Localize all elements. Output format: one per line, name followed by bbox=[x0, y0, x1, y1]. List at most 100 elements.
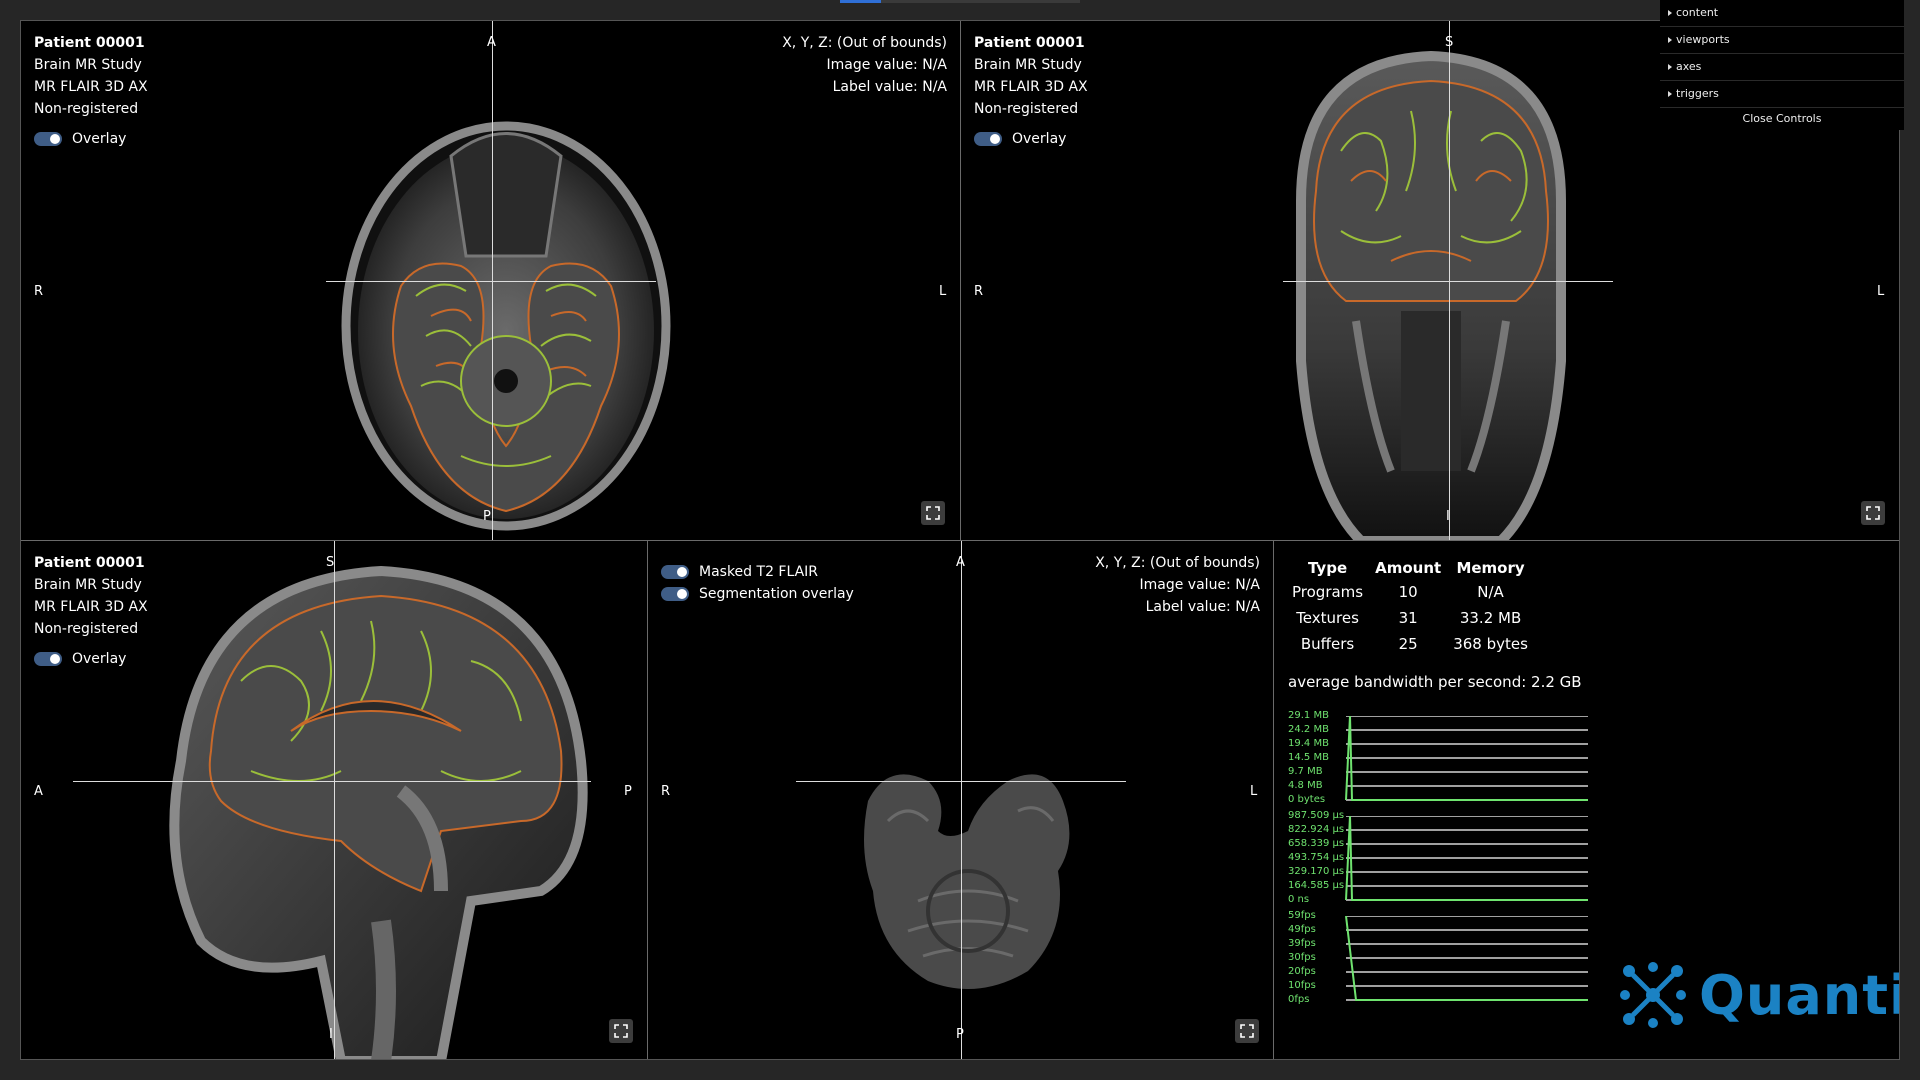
orientation-bottom: I bbox=[329, 1027, 333, 1042]
orientation-left: R bbox=[34, 284, 44, 299]
close-controls-button[interactable]: Close Controls bbox=[1660, 108, 1904, 130]
stats-cell: 33.2 MB bbox=[1459, 609, 1522, 627]
stats-cell: 31 bbox=[1398, 609, 1418, 627]
table-row: Textures 31 33.2 MB bbox=[1284, 609, 1536, 635]
orientation-left: A bbox=[34, 784, 43, 799]
stats-header: Amount bbox=[1375, 559, 1442, 577]
viewport-masked[interactable]: Masked T2 FLAIR Segmentation overlay X, … bbox=[648, 541, 1274, 1059]
coronal-info: Patient 00001 Brain MR Study MR FLAIR 3D… bbox=[974, 32, 1088, 150]
crosshair-vertical[interactable] bbox=[961, 541, 962, 1059]
fullscreen-icon bbox=[926, 506, 940, 520]
axial-readout: X, Y, Z: (Out of bounds) Image value: N/… bbox=[782, 32, 947, 98]
expand-viewport-button[interactable] bbox=[1861, 501, 1885, 525]
overlay-label: Overlay bbox=[72, 651, 127, 667]
orientation-top: A bbox=[487, 35, 496, 50]
viewport-sagittal[interactable]: Patient 00001 Brain MR Study MR FLAIR 3D… bbox=[21, 541, 648, 1059]
stats-table: Type Amount Memory Programs 10 N/A Textu… bbox=[1284, 559, 1536, 661]
masked-flair-toggle-row[interactable]: Masked T2 FLAIR bbox=[661, 561, 854, 583]
crosshair-vertical[interactable] bbox=[492, 21, 493, 540]
stats-header: Type bbox=[1307, 559, 1348, 577]
study-name: Brain MR Study bbox=[974, 57, 1082, 73]
label-value-readout: Label value: N/A bbox=[832, 79, 947, 95]
sagittal-info: Patient 00001 Brain MR Study MR FLAIR 3D… bbox=[34, 552, 148, 670]
overlay-toggle[interactable] bbox=[34, 652, 62, 666]
fullscreen-icon bbox=[614, 1024, 628, 1038]
segmentation-overlay-label: Segmentation overlay bbox=[699, 586, 854, 602]
graph-plot bbox=[1345, 716, 1588, 801]
overlay-toggle-row[interactable]: Overlay bbox=[34, 128, 148, 150]
overlay-toggle[interactable] bbox=[974, 132, 1002, 146]
webgl-stats-panel: Type Amount Memory Programs 10 N/A Textu… bbox=[1274, 541, 1899, 1059]
viewer-layout: Patient 00001 Brain MR Study MR FLAIR 3D… bbox=[20, 20, 1900, 1060]
registration-status: Non-registered bbox=[34, 621, 139, 637]
overlay-label: Overlay bbox=[72, 131, 127, 147]
controls-item-content[interactable]: content bbox=[1660, 0, 1904, 27]
crosshair-vertical[interactable] bbox=[334, 541, 335, 1059]
expand-viewport-button[interactable] bbox=[1235, 1019, 1259, 1043]
orientation-top: A bbox=[956, 555, 965, 570]
image-value-readout: Image value: N/A bbox=[1139, 577, 1260, 593]
registration-status: Non-registered bbox=[974, 101, 1079, 117]
segmentation-overlay-toggle-row[interactable]: Segmentation overlay bbox=[661, 583, 854, 605]
fullscreen-icon bbox=[1866, 506, 1880, 520]
crosshair-horizontal[interactable] bbox=[1283, 281, 1613, 282]
orientation-bottom: P bbox=[956, 1027, 964, 1042]
stats-header: Memory bbox=[1456, 559, 1525, 577]
controls-item-triggers[interactable]: triggers bbox=[1660, 81, 1904, 108]
controls-item-axes[interactable]: axes bbox=[1660, 54, 1904, 81]
stats-cell: Programs bbox=[1292, 583, 1364, 601]
graph-plot bbox=[1345, 916, 1588, 1001]
segmentation-overlay-toggle[interactable] bbox=[661, 587, 689, 601]
expand-viewport-button[interactable] bbox=[921, 501, 945, 525]
viewport-axial[interactable]: Patient 00001 Brain MR Study MR FLAIR 3D… bbox=[21, 21, 961, 541]
orientation-left: R bbox=[974, 284, 984, 299]
series-name: MR FLAIR 3D AX bbox=[974, 79, 1088, 95]
stats-header-row: Type Amount Memory bbox=[1284, 559, 1536, 583]
masked-toggles: Masked T2 FLAIR Segmentation overlay bbox=[661, 561, 854, 605]
crosshair-horizontal[interactable] bbox=[73, 781, 591, 782]
graph-plot bbox=[1345, 816, 1588, 901]
quantib-logo-icon bbox=[1620, 962, 1686, 1028]
overlay-toggle-row[interactable]: Overlay bbox=[34, 648, 148, 670]
patient-name: Patient 00001 bbox=[34, 555, 145, 571]
loading-progress-bar bbox=[840, 0, 1080, 3]
quantib-logo: Quantib bbox=[1619, 961, 1899, 1029]
stats-cell: 368 bytes bbox=[1453, 635, 1528, 653]
image-value-readout: Image value: N/A bbox=[826, 57, 947, 73]
patient-name: Patient 00001 bbox=[34, 35, 145, 51]
orientation-bottom: I bbox=[1446, 509, 1450, 524]
overlay-label: Overlay bbox=[1012, 131, 1067, 147]
controls-panel[interactable]: content viewports axes triggers Close Co… bbox=[1660, 0, 1904, 130]
registration-status: Non-registered bbox=[34, 101, 139, 117]
series-name: MR FLAIR 3D AX bbox=[34, 599, 148, 615]
stats-cell: 25 bbox=[1398, 635, 1418, 653]
overlay-toggle[interactable] bbox=[34, 132, 62, 146]
orientation-right: L bbox=[939, 284, 947, 299]
orientation-bottom: P bbox=[483, 509, 491, 524]
table-row: Programs 10 N/A bbox=[1284, 583, 1536, 609]
series-name: MR FLAIR 3D AX bbox=[34, 79, 148, 95]
orientation-right: P bbox=[624, 784, 632, 799]
fullscreen-icon bbox=[1240, 1024, 1254, 1038]
expand-viewport-button[interactable] bbox=[609, 1019, 633, 1043]
crosshair-horizontal[interactable] bbox=[326, 281, 656, 282]
controls-item-viewports[interactable]: viewports bbox=[1660, 27, 1904, 54]
axial-info: Patient 00001 Brain MR Study MR FLAIR 3D… bbox=[34, 32, 148, 150]
label-value-readout: Label value: N/A bbox=[1145, 599, 1260, 615]
overlay-toggle-row[interactable]: Overlay bbox=[974, 128, 1088, 150]
masked-flair-label: Masked T2 FLAIR bbox=[699, 564, 819, 580]
study-name: Brain MR Study bbox=[34, 57, 142, 73]
stats-cell: Buffers bbox=[1300, 635, 1355, 653]
orientation-top: S bbox=[326, 555, 335, 570]
masked-flair-toggle[interactable] bbox=[661, 565, 689, 579]
memory-graph: 29.1 MB 24.2 MB 19.4 MB 14.5 MB 9.7 MB 4.8 MB… bbox=[1288, 710, 1588, 806]
orientation-top: S bbox=[1445, 35, 1454, 50]
patient-name: Patient 00001 bbox=[974, 35, 1085, 51]
table-row: Buffers 25 368 bytes bbox=[1284, 635, 1536, 661]
fps-graph: 59fps 49fps 39fps 30fps 20fps 10fps 0fps bbox=[1288, 910, 1588, 1006]
crosshair-vertical[interactable] bbox=[1449, 21, 1450, 540]
stats-cell: 10 bbox=[1398, 583, 1418, 601]
orientation-right: L bbox=[1250, 784, 1258, 799]
bandwidth-readout: average bandwidth per second: 2.2 GB bbox=[1288, 673, 1582, 691]
coords-readout: X, Y, Z: (Out of bounds) bbox=[782, 35, 947, 51]
